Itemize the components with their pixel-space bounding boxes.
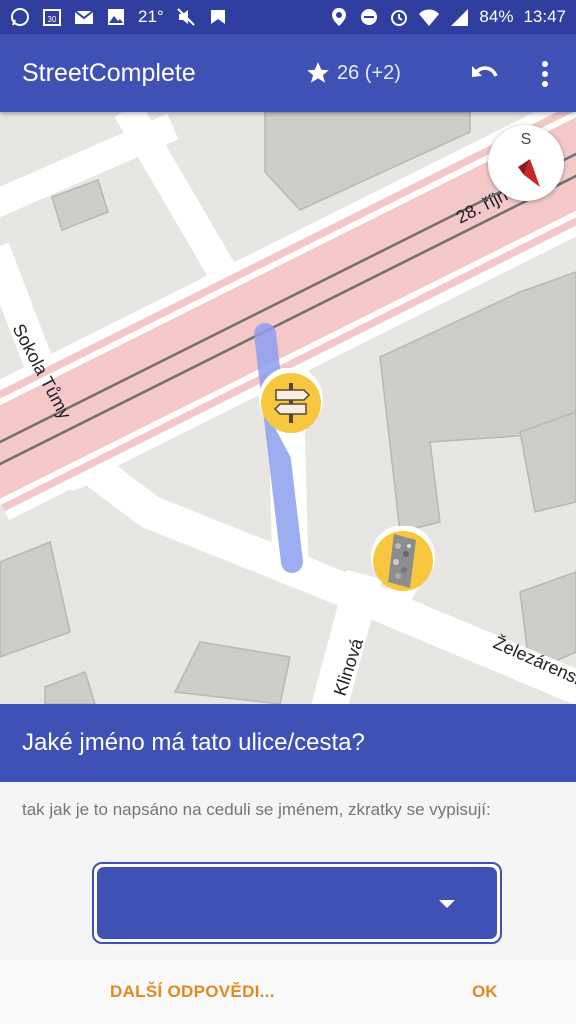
quest-form-body: tak jak je to napsáno na ceduli se jméne… xyxy=(0,782,576,960)
app-title: StreetComplete xyxy=(22,58,196,87)
other-answers-button[interactable]: DALŠÍ ODPOVĚDI... xyxy=(110,982,275,1002)
task-icon xyxy=(210,10,225,24)
quest-title-bar: Jaké jméno má tato ulice/cesta? xyxy=(0,704,576,782)
compass-button[interactable]: S xyxy=(488,125,564,201)
temperature: 21° xyxy=(138,7,164,26)
star-counter[interactable]: 26 (+2) xyxy=(305,34,401,112)
star-count-label: 26 (+2) xyxy=(337,61,401,84)
gallery-icon xyxy=(108,9,124,25)
clock: 13:47 xyxy=(523,7,566,26)
quest-hint: tak jak je to napsáno na ceduli se jméne… xyxy=(22,800,491,819)
dropdown-arrow-icon xyxy=(439,900,455,908)
street-name-quest-pin[interactable] xyxy=(256,368,326,460)
undo-icon[interactable] xyxy=(466,56,502,92)
quest-question: Jaké jméno má tato ulice/cesta? xyxy=(22,729,365,756)
app-bar: StreetComplete 26 (+2) xyxy=(0,34,576,112)
mute-icon xyxy=(177,8,195,26)
ok-button[interactable]: OK xyxy=(472,982,498,1002)
signal-icon xyxy=(451,9,469,26)
street-name-select-field[interactable] xyxy=(97,867,497,939)
calendar-icon: 30 xyxy=(43,9,61,26)
status-bar: 30 21° 84% 13:47 xyxy=(0,0,576,34)
location-icon xyxy=(332,8,347,26)
wifi-icon xyxy=(419,9,440,26)
dnd-icon xyxy=(361,9,378,25)
battery-percent: 84% xyxy=(479,7,514,26)
gmail-icon xyxy=(74,10,94,24)
road-surface-quest-pin[interactable] xyxy=(368,526,438,618)
star-icon xyxy=(307,62,329,83)
more-vert-icon[interactable] xyxy=(530,54,560,94)
alarm-icon xyxy=(391,10,408,26)
svg-text:30: 30 xyxy=(48,15,57,24)
whatsapp-icon xyxy=(11,8,29,26)
quest-actions: DALŠÍ ODPOVĚDI... OK xyxy=(0,960,576,1024)
street-name-select[interactable] xyxy=(92,862,502,944)
compass-needle-icon xyxy=(518,159,540,187)
